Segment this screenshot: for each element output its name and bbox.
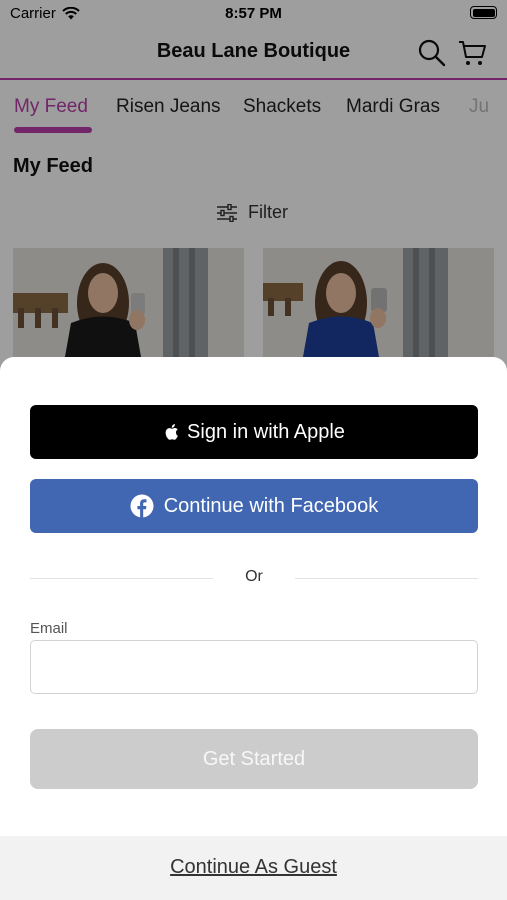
apple-button-label: Sign in with Apple — [187, 420, 345, 443]
get-started-button[interactable]: Get Started — [30, 729, 478, 789]
continue-with-facebook-button[interactable]: Continue with Facebook — [30, 479, 478, 533]
sign-in-sheet: Sign in with Apple Continue with Faceboo… — [0, 357, 507, 900]
or-divider: Or — [30, 567, 478, 589]
or-label: Or — [245, 568, 263, 585]
continue-as-guest-link[interactable]: Continue As Guest — [0, 856, 507, 879]
apple-icon — [165, 424, 178, 440]
facebook-icon — [130, 494, 154, 518]
facebook-button-label: Continue with Facebook — [163, 494, 379, 517]
divider-line-right — [295, 578, 478, 579]
app-screen: Carrier 8:57 PM Beau Lane Boutique My Fe… — [0, 0, 507, 900]
email-input[interactable] — [30, 640, 478, 694]
sign-in-with-apple-button[interactable]: Sign in with Apple — [30, 405, 478, 459]
get-started-label: Get Started — [202, 747, 306, 770]
email-label: Email — [30, 620, 68, 637]
guest-bar: Continue As Guest — [0, 836, 507, 900]
